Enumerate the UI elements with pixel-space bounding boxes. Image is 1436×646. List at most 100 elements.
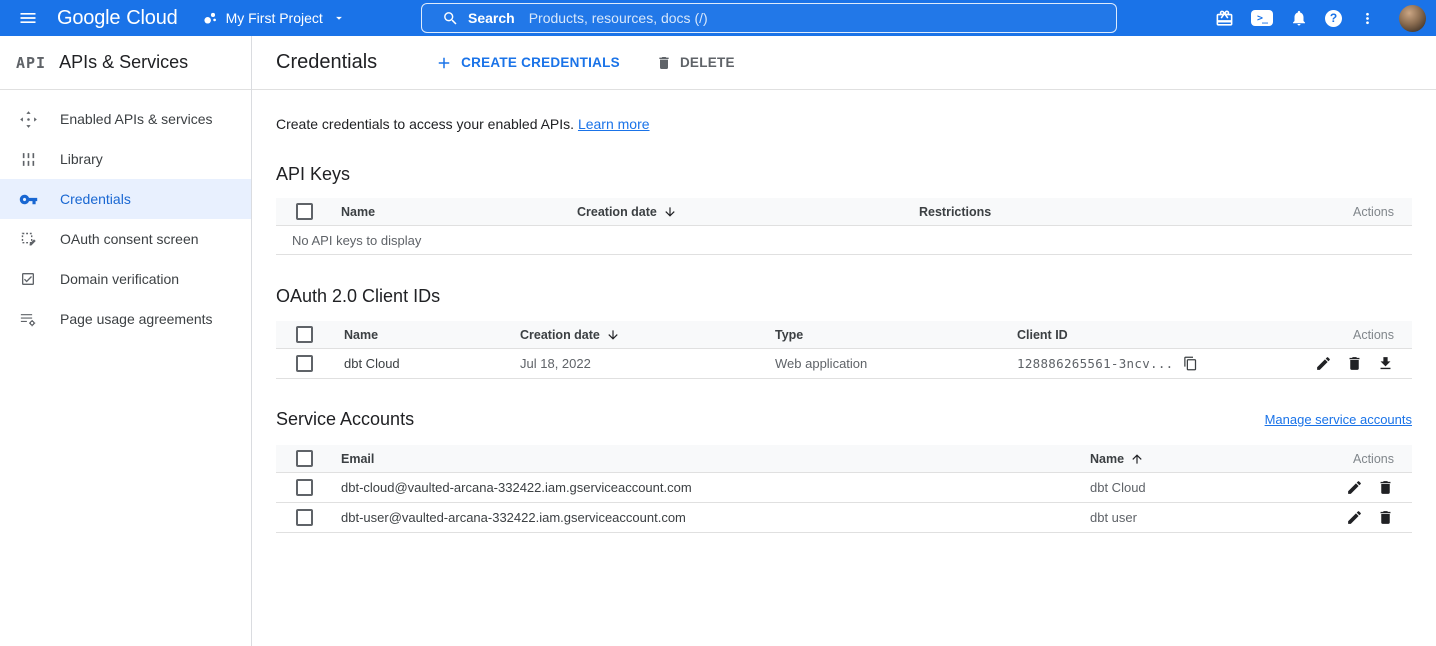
download-button[interactable] — [1377, 355, 1394, 372]
page-usage-icon — [18, 310, 38, 328]
sidebar: API APIs & Services Enabled APIs & servi… — [0, 36, 252, 646]
client-name[interactable]: dbt Cloud — [344, 356, 520, 371]
bell-icon — [1290, 9, 1308, 27]
delete-button[interactable]: DELETE — [656, 55, 735, 71]
notifications-button[interactable] — [1290, 9, 1308, 27]
search-placeholder: Products, resources, docs (/) — [529, 10, 708, 26]
service-account-name: dbt Cloud — [1090, 480, 1302, 495]
library-icon — [18, 151, 38, 168]
plus-icon — [435, 54, 453, 72]
column-header-creation-date[interactable]: Creation date — [577, 205, 919, 219]
page-toolbar: Credentials CREATE CREDENTIALS DELETE — [252, 36, 1436, 90]
pencil-icon — [1315, 355, 1332, 372]
main-content: Credentials CREATE CREDENTIALS DELETE Cr… — [252, 36, 1436, 646]
delete-row-button[interactable] — [1377, 509, 1394, 526]
search-bar[interactable]: Search Products, resources, docs (/) — [421, 3, 1117, 33]
sort-desc-icon — [663, 205, 677, 219]
edit-button[interactable] — [1346, 479, 1363, 496]
sidebar-header: API APIs & Services — [0, 36, 251, 90]
row-actions — [1302, 509, 1412, 526]
row-checkbox[interactable] — [296, 509, 313, 526]
service-account-name: dbt user — [1090, 510, 1302, 525]
copy-button[interactable] — [1183, 356, 1198, 371]
column-header-creation-date[interactable]: Creation date — [520, 328, 775, 342]
row-checkbox[interactable] — [296, 355, 313, 372]
trash-icon — [1346, 355, 1363, 372]
service-account-email[interactable]: dbt-user@vaulted-arcana-332422.iam.gserv… — [341, 510, 1090, 525]
domain-verification-icon — [18, 271, 38, 287]
help-button[interactable]: ? — [1325, 10, 1342, 27]
hamburger-menu-button[interactable] — [8, 0, 48, 36]
row-checkbox[interactable] — [296, 479, 313, 496]
column-header-name[interactable]: Name — [341, 205, 577, 219]
project-selector[interactable]: My First Project — [202, 10, 346, 27]
intro-text: Create credentials to access your enable… — [276, 116, 1412, 132]
content-area: Create credentials to access your enable… — [252, 116, 1436, 533]
page-body: API APIs & Services Enabled APIs & servi… — [0, 36, 1436, 646]
column-header-name[interactable]: Name — [344, 328, 520, 342]
sidebar-item-domain-verification[interactable]: Domain verification — [0, 259, 251, 299]
sidebar-item-label: OAuth consent screen — [60, 231, 199, 247]
sidebar-item-label: Credentials — [60, 191, 131, 207]
help-icon: ? — [1325, 10, 1342, 27]
table-row: dbt-cloud@vaulted-arcana-332422.iam.gser… — [276, 473, 1412, 503]
client-id-cell: 128886265561-3ncv... — [1017, 356, 1292, 371]
avatar[interactable] — [1399, 5, 1426, 32]
sidebar-item-credentials[interactable]: Credentials — [0, 179, 251, 219]
sidebar-item-label: Library — [60, 151, 103, 167]
cloud-shell-button[interactable]: >_ — [1251, 10, 1273, 26]
learn-more-link[interactable]: Learn more — [578, 116, 650, 132]
column-header-actions: Actions — [1292, 205, 1412, 219]
column-header-restrictions[interactable]: Restrictions — [919, 205, 1292, 219]
chevron-down-icon — [332, 11, 346, 25]
select-all-checkbox[interactable] — [296, 450, 313, 467]
google-cloud-logo[interactable]: Google Cloud — [57, 7, 178, 30]
delete-row-button[interactable] — [1346, 355, 1363, 372]
trash-icon — [1377, 509, 1394, 526]
sidebar-item-label: Enabled APIs & services — [60, 111, 213, 127]
select-all-checkbox[interactable] — [296, 203, 313, 220]
client-creation-date: Jul 18, 2022 — [520, 356, 775, 371]
sidebar-item-enabled-apis[interactable]: Enabled APIs & services — [0, 99, 251, 139]
top-bar: Google Cloud My First Project Search Pro… — [0, 0, 1436, 36]
more-vertical-icon — [1359, 10, 1376, 27]
service-account-email[interactable]: dbt-cloud@vaulted-arcana-332422.iam.gser… — [341, 480, 1090, 495]
trash-icon — [656, 55, 672, 71]
api-keys-title: API Keys — [276, 164, 1412, 185]
logo-text-google: Google — [57, 7, 120, 30]
oauth-consent-icon — [18, 231, 38, 248]
select-all-checkbox[interactable] — [296, 326, 313, 343]
column-header-actions: Actions — [1292, 328, 1412, 342]
oauth-clients-table: Name Creation date Type Client ID Action… — [276, 321, 1412, 379]
gift-icon — [1215, 9, 1234, 28]
service-accounts-header: Service Accounts Manage service accounts — [276, 409, 1412, 430]
column-header-name[interactable]: Name — [1090, 452, 1302, 466]
manage-service-accounts-link[interactable]: Manage service accounts — [1265, 412, 1412, 427]
api-badge-icon: API — [16, 54, 46, 72]
page-title: Credentials — [276, 51, 377, 74]
table-header-row: Name Creation date Restrictions Actions — [276, 198, 1412, 226]
client-type: Web application — [775, 356, 1017, 371]
more-options-button[interactable] — [1359, 10, 1376, 27]
column-header-client-id[interactable]: Client ID — [1017, 328, 1292, 342]
service-accounts-title: Service Accounts — [276, 409, 414, 430]
sidebar-nav: Enabled APIs & services Library Credenti… — [0, 90, 251, 339]
sidebar-item-page-usage[interactable]: Page usage agreements — [0, 299, 251, 339]
row-actions — [1292, 355, 1412, 372]
trash-icon — [1377, 479, 1394, 496]
create-credentials-button[interactable]: CREATE CREDENTIALS — [435, 54, 620, 72]
column-header-email[interactable]: Email — [341, 452, 1090, 466]
delete-row-button[interactable] — [1377, 479, 1394, 496]
sidebar-item-label: Page usage agreements — [60, 311, 213, 327]
sidebar-item-oauth-consent[interactable]: OAuth consent screen — [0, 219, 251, 259]
free-trial-button[interactable] — [1215, 9, 1234, 28]
api-keys-table: Name Creation date Restrictions Actions … — [276, 198, 1412, 255]
sort-desc-icon — [606, 328, 620, 342]
edit-button[interactable] — [1346, 509, 1363, 526]
search-icon — [442, 10, 459, 27]
column-header-type[interactable]: Type — [775, 328, 1017, 342]
sidebar-item-library[interactable]: Library — [0, 139, 251, 179]
sidebar-title: APIs & Services — [59, 52, 188, 73]
edit-button[interactable] — [1315, 355, 1332, 372]
pencil-icon — [1346, 479, 1363, 496]
